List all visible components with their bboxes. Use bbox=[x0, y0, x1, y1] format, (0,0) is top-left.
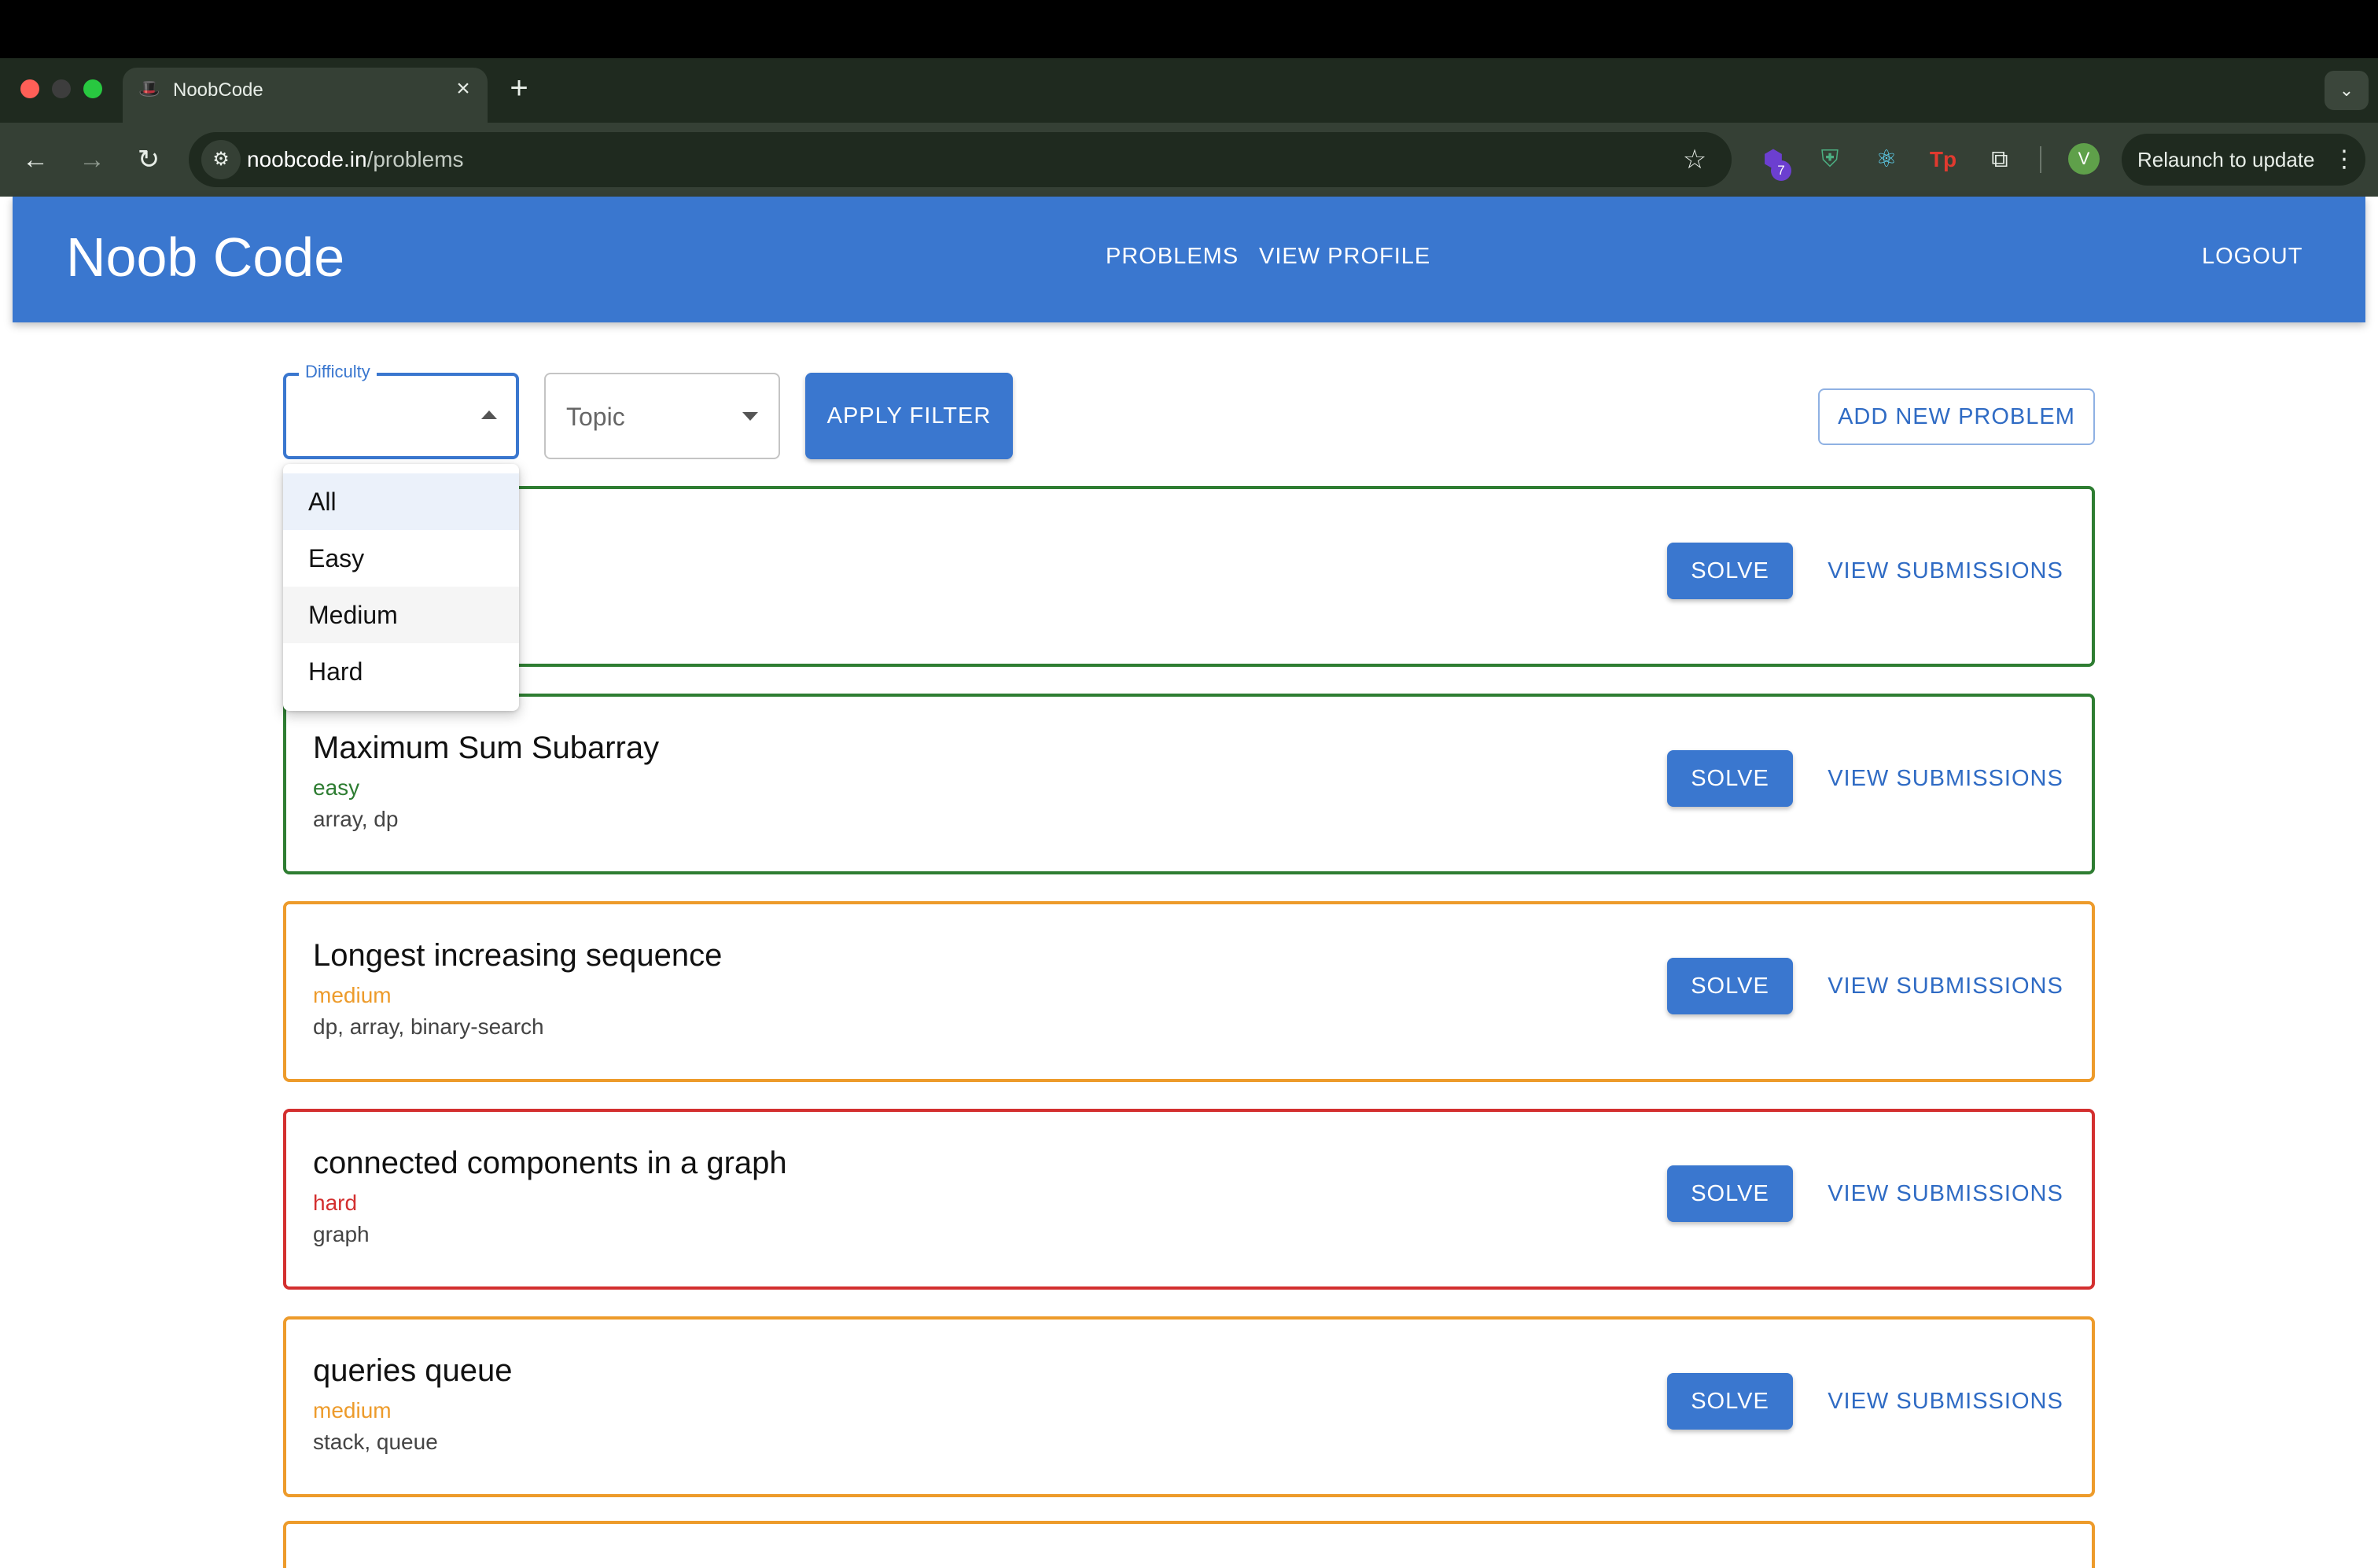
problem-tags: stack, queue bbox=[313, 1430, 438, 1454]
view-submissions-button[interactable]: VIEW SUBMISSIONS bbox=[1820, 750, 2071, 807]
tab-close-icon[interactable]: × bbox=[451, 75, 475, 102]
problem-difficulty: hard bbox=[313, 1191, 358, 1215]
logout-button[interactable]: LOGOUT bbox=[2202, 242, 2303, 271]
nav-view-profile-link[interactable]: VIEW PROFILE bbox=[1259, 242, 1430, 271]
forward-arrow-icon[interactable]: → bbox=[72, 140, 112, 179]
problem-card[interactable]: easySOLVEVIEW SUBMISSIONS bbox=[283, 486, 2095, 667]
window-maximize-button[interactable] bbox=[83, 79, 102, 98]
problem-title[interactable]: connected components in a graph bbox=[313, 1143, 787, 1183]
problem-difficulty: medium bbox=[313, 983, 392, 1007]
caret-down-icon[interactable] bbox=[742, 412, 758, 421]
url-path: /problems bbox=[366, 147, 464, 171]
bookmark-star-icon[interactable]: ☆ bbox=[1675, 140, 1714, 179]
problem-title[interactable]: Maximum Sum Subarray bbox=[313, 728, 659, 767]
extension-shield-icon[interactable]: ⛨ bbox=[1812, 142, 1848, 178]
view-submissions-button[interactable]: VIEW SUBMISSIONS bbox=[1820, 543, 2071, 599]
react-devtools-icon[interactable]: ⚛ bbox=[1868, 142, 1905, 178]
tab-search-button[interactable]: ⌄ bbox=[2325, 71, 2369, 110]
browser-menu-icon[interactable]: ⋮ bbox=[2332, 142, 2356, 178]
solve-button[interactable]: SOLVE bbox=[1667, 1373, 1793, 1430]
topic-placeholder: Topic bbox=[566, 403, 625, 431]
problem-card[interactable]: queries queue medium stack, queue SOLVE VIEW… bbox=[283, 1316, 2095, 1497]
difficulty-option-easy[interactable]: Easy bbox=[283, 530, 519, 587]
difficulty-dropdown-menu: All Easy Medium Hard bbox=[283, 464, 519, 711]
solve-button[interactable]: SOLVE bbox=[1667, 958, 1793, 1014]
solve-button[interactable]: SOLVE bbox=[1667, 750, 1793, 807]
url-text[interactable]: noobcode.in/problems bbox=[247, 146, 464, 173]
extensions-puzzle-icon[interactable]: ⧉ bbox=[1982, 142, 2018, 178]
problem-card[interactable]: Longest increasing sequence medium dp, arr… bbox=[283, 901, 2095, 1082]
problem-tags: graph bbox=[313, 1222, 370, 1246]
view-submissions-button[interactable]: VIEW SUBMISSIONS bbox=[1820, 958, 2071, 1014]
new-tab-button[interactable]: + bbox=[505, 72, 533, 104]
problem-tags: array, dp bbox=[313, 807, 399, 831]
apply-filter-button[interactable]: APPLY FILTER bbox=[805, 373, 1013, 459]
problem-difficulty: medium bbox=[313, 1398, 392, 1423]
add-new-problem-button[interactable]: ADD NEW PROBLEM bbox=[1818, 388, 2095, 445]
difficulty-option-hard[interactable]: Hard bbox=[283, 643, 519, 700]
toolbar-divider bbox=[2040, 146, 2041, 173]
back-arrow-icon[interactable]: ← bbox=[16, 140, 55, 179]
extension-tp-icon[interactable]: Tp bbox=[1925, 142, 1961, 178]
problem-tags: dp, array, binary-search bbox=[313, 1014, 544, 1039]
problem-title[interactable]: Longest increasing sequence bbox=[313, 936, 722, 975]
solve-button[interactable]: SOLVE bbox=[1667, 543, 1793, 599]
caret-up-icon[interactable] bbox=[481, 410, 497, 419]
reload-icon[interactable]: ↻ bbox=[129, 140, 168, 179]
problem-card[interactable]: connected components in a graph hard graph… bbox=[283, 1109, 2095, 1290]
view-submissions-button[interactable]: VIEW SUBMISSIONS bbox=[1820, 1165, 2071, 1222]
profile-avatar[interactable]: V bbox=[2068, 143, 2100, 175]
extension-badge: 7 bbox=[1771, 160, 1791, 181]
tab-title: NoobCode bbox=[173, 79, 263, 101]
problem-card[interactable]: Maximum Sum Subarray easy array, dp SOLVE VI… bbox=[283, 694, 2095, 874]
view-submissions-button[interactable]: VIEW SUBMISSIONS bbox=[1820, 1373, 2071, 1430]
problem-title[interactable]: queries queue bbox=[313, 1351, 513, 1390]
nav-problems-link[interactable]: PROBLEMS bbox=[1106, 242, 1239, 271]
window-close-button[interactable] bbox=[20, 79, 39, 98]
difficulty-option-medium[interactable]: Medium bbox=[283, 587, 519, 643]
window-minimize-button[interactable] bbox=[52, 79, 71, 98]
problem-difficulty: easy bbox=[313, 775, 360, 800]
difficulty-option-all[interactable]: All bbox=[283, 473, 519, 530]
relaunch-label[interactable]: Relaunch to update bbox=[2137, 146, 2315, 173]
solve-button[interactable]: SOLVE bbox=[1667, 1165, 1793, 1222]
tab-favicon-icon: 🎩 bbox=[138, 79, 160, 98]
url-host: noobcode.in bbox=[247, 147, 367, 171]
problem-card-partial[interactable] bbox=[283, 1521, 2095, 1568]
site-info-icon[interactable]: ⚙ bbox=[201, 140, 241, 179]
difficulty-label: Difficulty bbox=[299, 360, 377, 384]
screen-top-bar bbox=[0, 0, 2378, 58]
brand-title[interactable]: Noob Code bbox=[66, 223, 344, 291]
